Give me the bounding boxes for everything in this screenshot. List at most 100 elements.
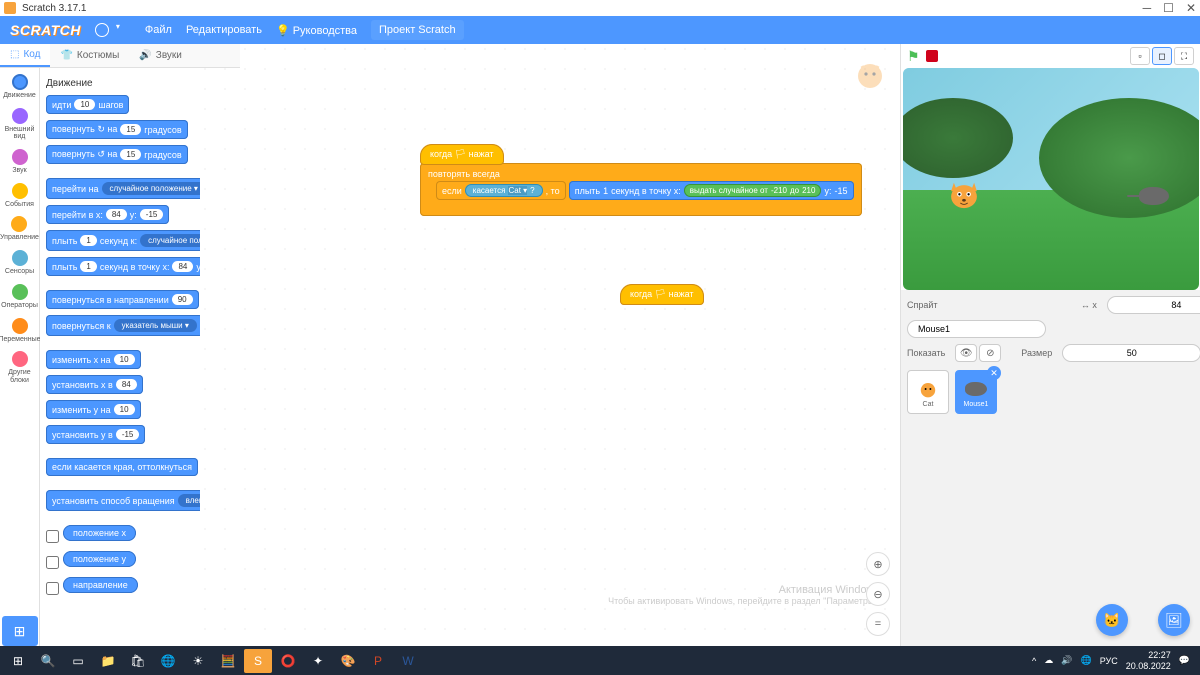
zoom-out-button[interactable]: ⊖: [866, 582, 890, 606]
windows-activation-notice: Активация Windows Чтобы активировать Win…: [608, 584, 880, 606]
taskbar-calc[interactable]: 🧮: [214, 649, 242, 673]
stage-fullscreen-button[interactable]: ⛶: [1174, 47, 1194, 65]
reporter-y[interactable]: положение y: [63, 551, 136, 567]
taskbar-scratch[interactable]: S: [244, 649, 272, 673]
script-canvas[interactable]: когда 🏳 нажат повторять всегда если каса…: [200, 44, 900, 646]
taskbar-powerpoint[interactable]: P: [364, 649, 392, 673]
category-sound[interactable]: Звук: [12, 147, 28, 177]
category-looks[interactable]: Внешний вид: [0, 106, 39, 143]
block-point-towards[interactable]: повернуться куказатель мыши ▾: [46, 315, 200, 336]
language-icon[interactable]: [95, 23, 109, 37]
tab-sounds[interactable]: 🔊 Звуки: [129, 44, 192, 67]
block-if[interactable]: если касаетсяCat ▾? , то: [436, 181, 566, 200]
reporter-dir-checkbox[interactable]: [46, 582, 59, 595]
taskbar-weather[interactable]: ☀: [184, 649, 212, 673]
taskbar-store[interactable]: 🛍: [124, 649, 152, 673]
block-glide-xy[interactable]: плыть1секунд в точку x:84y:-15: [46, 257, 200, 276]
category-sensing[interactable]: Сенсоры: [5, 248, 34, 278]
menu-edit[interactable]: Редактировать: [186, 24, 262, 36]
taskbar-word[interactable]: W: [394, 649, 422, 673]
tray-notifications-icon[interactable]: 💬: [1179, 655, 1190, 666]
tray-cloud-icon[interactable]: ☁: [1044, 655, 1053, 666]
block-touching[interactable]: касаетсяCat ▾?: [465, 184, 543, 197]
reporter-direction[interactable]: направление: [63, 577, 138, 593]
add-sprite-button[interactable]: 🐱: [1096, 604, 1128, 636]
reporter-y-checkbox[interactable]: [46, 556, 59, 569]
hide-sprite-button[interactable]: ⊘: [979, 344, 1001, 362]
block-glide-random[interactable]: плыть1секунд к:случайное положение: [46, 230, 200, 251]
block-change-y[interactable]: изменить y на10: [46, 400, 141, 419]
tab-costumes[interactable]: 👕 Костюмы: [50, 44, 129, 67]
category-motion[interactable]: Движение: [3, 72, 36, 102]
script-detached-hat[interactable]: когда 🏳 нажат: [620, 284, 704, 305]
sprite-info-panel: Спрайт ↔ x ↕ y Показать 👁 ⊘: [901, 290, 1200, 646]
green-flag-button[interactable]: ⚑: [907, 48, 920, 65]
close-button[interactable]: ✕: [1186, 1, 1196, 15]
taskbar-explorer[interactable]: 📁: [94, 649, 122, 673]
hat-when-flag-clicked[interactable]: когда 🏳 нажат: [420, 144, 504, 165]
taskbar-app1[interactable]: ✦: [304, 649, 332, 673]
add-backdrop-button[interactable]: 🖼: [1158, 604, 1190, 636]
tray-chevron-icon[interactable]: ^: [1032, 656, 1036, 666]
hat-when-flag-clicked-2[interactable]: когда 🏳 нажат: [620, 284, 704, 305]
stage-large-button[interactable]: ◻: [1152, 47, 1172, 65]
script-when-flag-clicked[interactable]: когда 🏳 нажат повторять всегда если каса…: [420, 144, 862, 216]
tray-volume-icon[interactable]: 🔊: [1061, 655, 1072, 666]
block-goto-xy[interactable]: перейти в x:84y:-15: [46, 205, 169, 224]
taskbar-edge[interactable]: 🌐: [154, 649, 182, 673]
tab-code[interactable]: ⬚Код: [0, 44, 50, 67]
taskbar-paint[interactable]: 🎨: [334, 649, 362, 673]
maximize-button[interactable]: ☐: [1163, 1, 1174, 15]
block-set-y[interactable]: установить y в-15: [46, 425, 145, 444]
task-view-button[interactable]: ▭: [64, 649, 92, 673]
stage-sprite-cat[interactable]: [941, 169, 987, 215]
stage-sprite-mouse[interactable]: [1139, 187, 1169, 205]
block-turn-ccw[interactable]: повернуть ↺ на15градусов: [46, 145, 188, 164]
sprite-thumb-cat[interactable]: Cat: [907, 370, 949, 414]
menu-tutorials[interactable]: 💡 Руководства: [276, 24, 357, 37]
block-turn-cw[interactable]: повернуть ↻ на15градусов: [46, 120, 188, 139]
category-events[interactable]: События: [5, 181, 34, 211]
show-sprite-button[interactable]: 👁: [955, 344, 977, 362]
app-icon: [4, 2, 16, 14]
zoom-in-button[interactable]: ⊕: [866, 552, 890, 576]
menu-file[interactable]: Файл: [145, 24, 172, 36]
start-button[interactable]: ⊞: [4, 649, 32, 673]
sprite-size-input[interactable]: [1062, 344, 1200, 362]
minimize-button[interactable]: ─: [1143, 1, 1152, 15]
tray-clock[interactable]: 22:27 20.08.2022: [1126, 650, 1171, 672]
tray-language[interactable]: РУС: [1100, 656, 1118, 666]
block-goto-random[interactable]: перейти наслучайное положение ▾: [46, 178, 200, 199]
block-point-direction[interactable]: повернуться в направлении90: [46, 290, 199, 309]
zoom-reset-button[interactable]: =: [866, 612, 890, 636]
block-move-steps[interactable]: идти10шагов: [46, 95, 129, 114]
menu-bar: SCRATCH Файл Редактировать 💡 Руководства…: [0, 16, 1200, 44]
reporter-x[interactable]: положение x: [63, 525, 136, 541]
taskbar-chrome[interactable]: ⭕: [274, 649, 302, 673]
block-forever[interactable]: повторять всегда если касаетсяCat ▾? , т…: [420, 163, 862, 216]
search-button[interactable]: 🔍: [34, 649, 62, 673]
block-glide-to-xy[interactable]: плыть 1 секунд в точку x: выдать случайн…: [569, 181, 854, 200]
sprite-name-input[interactable]: [907, 320, 1046, 338]
block-set-x[interactable]: установить x в84: [46, 375, 143, 394]
category-myblocks[interactable]: Другие блоки: [0, 349, 39, 386]
block-pick-random[interactable]: выдать случайное от-210до210: [684, 184, 822, 197]
stage-small-button[interactable]: ▫: [1130, 47, 1150, 65]
sprite-x-input[interactable]: [1107, 296, 1200, 314]
add-extension-button[interactable]: ⊞: [2, 616, 38, 646]
sprite-label: Спрайт: [907, 300, 938, 310]
sprite-thumb-mouse[interactable]: ✕ Mouse1: [955, 370, 997, 414]
block-edge-bounce[interactable]: если касается края, оттолкнуться: [46, 458, 198, 476]
block-rotation-style[interactable]: установить способ вращениявлево-вправо: [46, 490, 200, 511]
delete-sprite-button[interactable]: ✕: [987, 366, 1001, 380]
category-control[interactable]: Управление: [0, 214, 39, 244]
project-name[interactable]: Проект Scratch: [371, 20, 464, 40]
block-change-x[interactable]: изменить x на10: [46, 350, 141, 369]
scratch-logo: SCRATCH: [10, 22, 81, 38]
tray-network-icon[interactable]: 🌐: [1080, 655, 1091, 666]
category-operators[interactable]: Операторы: [1, 282, 38, 312]
category-variables[interactable]: Переменные: [0, 316, 41, 346]
reporter-x-checkbox[interactable]: [46, 530, 59, 543]
stop-button[interactable]: [926, 50, 938, 62]
stage[interactable]: [903, 68, 1199, 290]
